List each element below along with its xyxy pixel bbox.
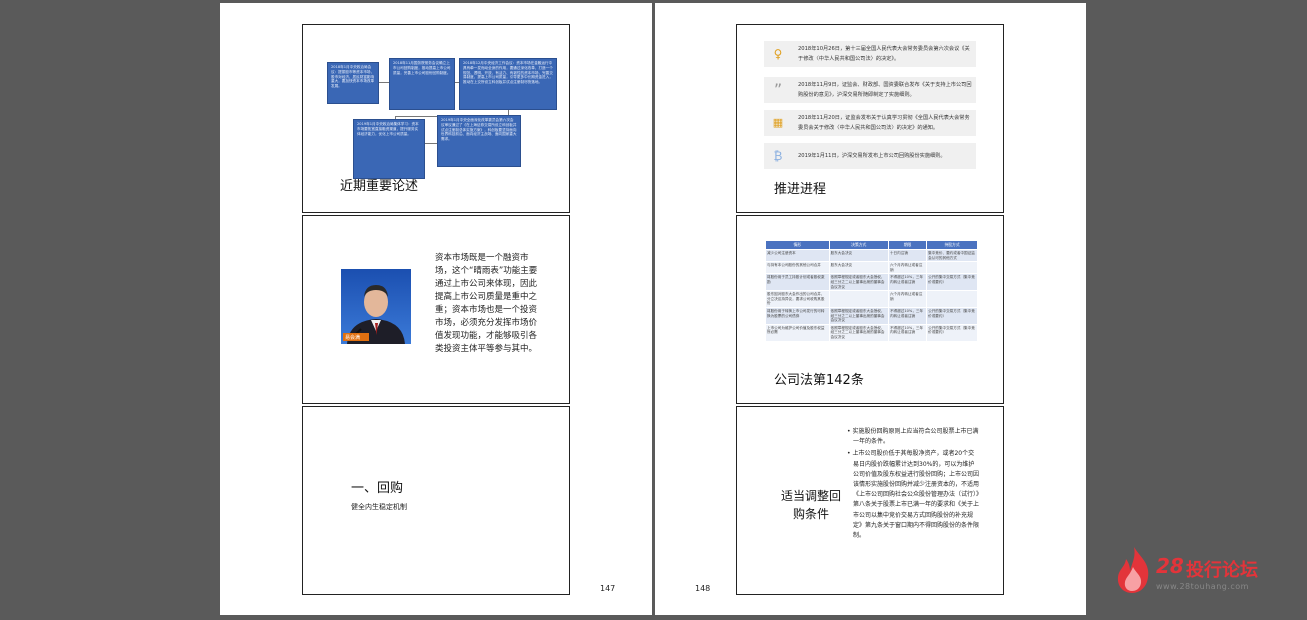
table-header: 情形 — [765, 240, 830, 250]
slide-progress: ♀ 2018年10月26日，第十三届全国人民代表大会常务委员会第六次会议《关于修… — [736, 24, 1004, 213]
table-row: 与持有本公司股份的其他公司合并 股东大会决议 六个月内转让或者注销 — [765, 261, 978, 275]
flow-arrow — [425, 143, 437, 144]
document-page-left: 2018年1月中央政治局会议：提振股市等资本市场，股市对经济、居民财富影响重大，… — [220, 3, 652, 615]
table-header: 持股方式 — [926, 240, 978, 250]
timeline-text: 2018年11月9日，证监会、财政部、国资委联合发布《关于支持上市公司回购股份的… — [798, 82, 972, 98]
flow-arrow — [379, 82, 389, 83]
lightbulb-icon: ♀ — [773, 47, 783, 61]
slide-recent-remarks: 2018年1月中央政治局会议：提振股市等资本市场，股市对经济、居民财富影响重大，… — [302, 24, 570, 213]
quote-text: 资本市场既是一个融资市场，这个“晴雨表”功能主要通过上市公司来体现，因此提高上市… — [435, 253, 538, 354]
site-logo: 28 投行论坛 www.28touhang.com — [1114, 545, 1284, 595]
table-cell: 依照章程规定或者股东大会授权，经三分之二以上董事出席的董事会会议决议 — [828, 323, 889, 342]
slide-adjust-conditions: 适当调整回 购条件 • 实施股份回购原则上应当符合公司股票上市已满一年的条件。 … — [736, 406, 1004, 595]
timeline-row: ₿ 2019年1月11日，沪深交易所发布上市公司回购股份实施细则。 — [764, 143, 976, 169]
table-cell: 十日内注销 — [887, 248, 928, 263]
table-cell: 将股份用于转换上市公司发行的可转换为股票的公司债券 — [765, 306, 830, 325]
slide-caption: 近期重要论述 — [340, 179, 419, 194]
table-cell: 将股份用于员工持股计划或者股权激励 — [765, 273, 830, 292]
table-cell: 公开的集中交易方式（集中竞价或要约） — [926, 306, 978, 325]
flow-box-2: 2018年11月国务院常务会议确立上市公司回购制度，推动提高上市公司质量，完善上… — [389, 58, 455, 110]
slide-caption: 推进进程 — [774, 182, 827, 197]
table-cell: 不得超过10%，三年内转让或者注销 — [887, 273, 928, 292]
bullet-list: • 实施股份回购原则上应当符合公司股票上市已满一年的条件。 • 上市公司股价低于… — [847, 427, 979, 543]
flow-box-4: 2019年1月中央政治局集体学习：资本市场要拓宽直接融资渠道，提升服务实体经济能… — [353, 119, 425, 179]
table-cell: 六个月内转让或者注销 — [887, 290, 928, 308]
logo-name: 投行论坛 — [1186, 560, 1258, 581]
caption-line: 适当调整回 — [780, 489, 841, 503]
table-cell: 不得超过10%，三年内转让或者注销 — [887, 323, 928, 342]
timeline-row: ” 2018年11月9日，证监会、财政部、国资委联合发布《关于支持上市公司回购股… — [764, 77, 976, 103]
slide-company-law: 情形 决策方式 期限 持股方式 减少公司注册资本 股东大会决议 十日内注销 集中… — [736, 215, 1004, 404]
slide-quote: 易会满 资本市场既是一个融资市场，这个“晴雨表”功能主要通过上市公司来体现，因此… — [302, 215, 570, 404]
caption-line: 购条件 — [792, 507, 829, 521]
table-row: 股东因对股东大会作出的公司合并、分立决议持异议，要求公司收购其股份 六个月内转让… — [765, 290, 978, 308]
timeline-text: 2018年10月26日，第十三届全国人民代表大会常务委员会第六次会议《关于修改〈… — [798, 46, 970, 62]
table-cell: 与持有本公司股份的其他公司合并 — [765, 261, 830, 275]
speaker-photo: 易会满 — [341, 269, 411, 344]
table-row: 减少公司注册资本 股东大会决议 十日内注销 集中竞价、要约或者中国证监会认可的其… — [765, 248, 978, 263]
table-cell: 股东因对股东大会作出的公司合并、分立决议持异议，要求公司收购其股份 — [765, 290, 830, 308]
table-cell: 六个月内转让或者注销 — [887, 261, 928, 275]
table-cell: 股东大会决议 — [828, 261, 889, 275]
table-cell: 公开的集中交易方式（集中竞价或要约） — [926, 273, 978, 292]
document-page-right: ♀ 2018年10月26日，第十三届全国人民代表大会常务委员会第六次会议《关于修… — [655, 3, 1086, 615]
table-cell: 公开的集中交易方式（集中竞价或要约） — [926, 323, 978, 342]
bitcoin-icon: ₿ — [773, 149, 783, 163]
logo-url: www.28touhang.com — [1156, 582, 1249, 591]
table-header: 决策方式 — [828, 240, 889, 250]
table-row: 上市公司为维护公司价值及股东权益所必需 依照章程规定或者股东大会授权，经三分之二… — [765, 323, 978, 342]
table-cell — [926, 290, 978, 308]
table-row: 将股份用于转换上市公司发行的可转换为股票的公司债券 依照章程规定或者股东大会授权… — [765, 306, 978, 325]
slide-caption: 适当调整回 购条件 — [771, 487, 851, 523]
law-table: 情形 决策方式 期限 持股方式 减少公司注册资本 股东大会决议 十日内注销 集中… — [765, 240, 978, 342]
table-cell: 不得超过10%，三年内转让或者注销 — [887, 306, 928, 325]
timeline-row: ▦ 2018年11月20日，证监会发布关于认真学习贯彻《全国人民代表大会常务委员… — [764, 110, 976, 136]
bank-icon: ▦ — [772, 116, 784, 129]
bullet-item: • 上市公司股价低于其每股净资产，或者20个交易日内股价跌幅累计达到30%的，可… — [847, 450, 980, 540]
table-cell: 股东大会决议 — [828, 248, 889, 263]
bullet-item: • 实施股份回购原则上应当符合公司股票上市已满一年的条件。 — [847, 428, 979, 446]
table-cell: 上市公司为维护公司价值及股东权益所必需 — [765, 323, 830, 342]
table-cell: 依照章程规定或者股东大会授权，经三分之二以上董事出席的董事会会议决议 — [828, 273, 889, 292]
flame-icon — [1117, 547, 1149, 593]
table-cell: 减少公司注册资本 — [765, 248, 830, 263]
table-cell — [926, 261, 978, 275]
timeline-text: 2019年1月11日，沪深交易所发布上市公司回购股份实施细则。 — [798, 153, 946, 159]
table-row: 将股份用于员工持股计划或者股权激励 依照章程规定或者股东大会授权，经三分之二以上… — [765, 273, 978, 292]
timeline-text: 2018年11月20日，证监会发布关于认真学习贯彻《全国人民代表大会常务委员会关… — [798, 115, 970, 131]
table-cell: 依照章程规定或者股东大会授权，经三分之二以上董事出席的董事会会议决议 — [828, 306, 889, 325]
speaker-photo-image — [341, 269, 411, 344]
timeline-row: ♀ 2018年10月26日，第十三届全国人民代表大会常务委员会第六次会议《关于修… — [764, 41, 976, 67]
section-title: 一、回购 — [351, 481, 404, 496]
page-number: 148 — [695, 584, 711, 593]
table-cell: 集中竞价、要约或者中国证监会认可的其他方式 — [926, 248, 978, 263]
quote-icon: ” — [773, 80, 783, 99]
table-cell — [828, 290, 889, 308]
photo-name-tag: 易会满 — [345, 335, 361, 341]
logo-number: 28 — [1156, 554, 1184, 578]
flow-box-1: 2018年1月中央政治局会议：提振股市等资本市场，股市对经济、居民财富影响重大，… — [327, 62, 379, 104]
flow-box-5: 2019年1月中央全面深化改革委员会第六次会议审议通过了《在上海证券交易所设立科… — [437, 115, 521, 167]
table-header: 期限 — [887, 240, 928, 250]
page-number: 147 — [600, 584, 616, 593]
slide-section-buyback: 一、回购 健全内生稳定机制 — [302, 406, 570, 595]
slide-caption: 公司法第142条 — [774, 373, 864, 388]
section-subtitle: 健全内生稳定机制 — [351, 503, 407, 511]
flow-box-3: 2018年12月中央经济工作会议：资本市场在金融运行中具有牵一发而动全身的作用，… — [459, 58, 557, 110]
